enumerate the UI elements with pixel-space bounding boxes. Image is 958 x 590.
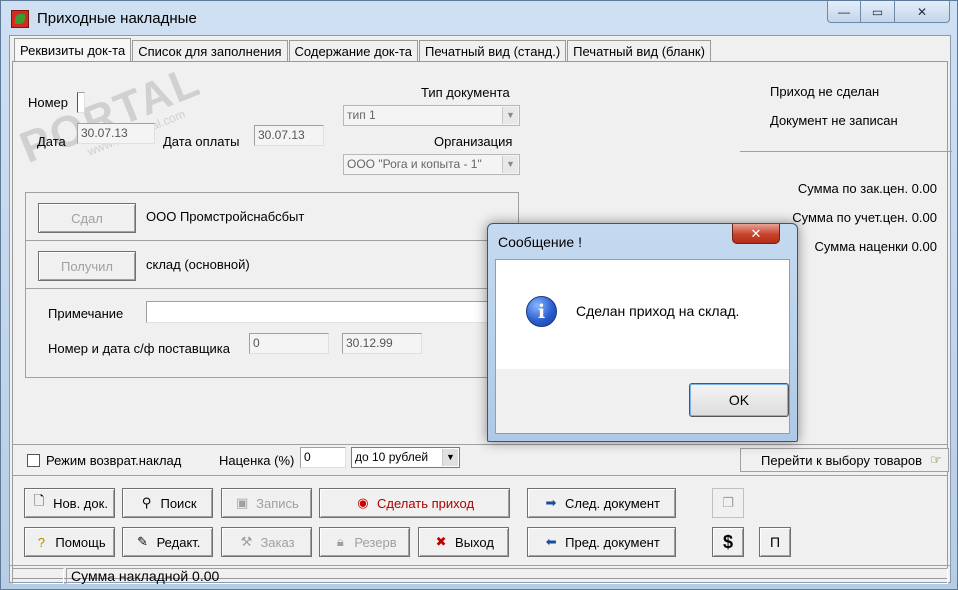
dialog-close-button[interactable]: ✕: [732, 224, 780, 244]
dialog-title: Сообщение !: [498, 234, 582, 250]
info-icon: i: [526, 296, 557, 327]
date-label: Дата: [37, 134, 66, 149]
title-bar: Приходные накладные — ▭ ✕: [1, 1, 957, 35]
dialog-body: i Сделан приход на склад. OK: [495, 259, 790, 434]
goto-goods-button[interactable]: Перейти к выбору товаров ☞: [740, 448, 949, 472]
main-window: Приходные накладные — ▭ ✕ Реквизиты док-…: [0, 0, 958, 590]
return-mode-label: Режим возврат.наклад: [46, 453, 182, 468]
doc-status: Документ не записан: [770, 113, 898, 128]
pointing-hand-icon: ☞: [930, 452, 942, 467]
org-label: Организация: [434, 134, 513, 149]
edit-document-icon: ✎: [137, 534, 149, 549]
org-select[interactable]: ООО "Рога и копыта - 1" ▼: [343, 154, 520, 175]
arrow-left-icon: ⬅: [545, 534, 557, 549]
tab-panel: PORTAL www.softportal.com Номер Дата 30.…: [12, 56, 952, 579]
pay-date-label: Дата оплаты: [163, 134, 240, 149]
received-value: склад (основной): [146, 257, 250, 272]
dropdown-arrow-icon: ▼: [502, 156, 518, 173]
close-icon: ✕: [916, 4, 928, 19]
markup-input[interactable]: 0: [300, 447, 346, 468]
supplier-invoice-label: Номер и дата с/ф поставщика: [48, 341, 230, 356]
order-icon: ⚒: [240, 534, 253, 549]
dialog-content: i Сделан приход на склад.: [496, 260, 789, 369]
return-mode-checkbox[interactable]: [27, 454, 40, 467]
client-area: Реквизиты док-та Список для заполнения С…: [9, 35, 952, 584]
binoculars-icon: ⚲: [141, 495, 152, 510]
sum-order-price: Сумма по зак.цен. 0.00: [797, 181, 937, 196]
supplier-invoice-number[interactable]: 0: [249, 333, 329, 354]
tab-content[interactable]: Содержание док-та: [288, 40, 418, 62]
exit-button[interactable]: ✖ Выход: [418, 527, 509, 557]
minimize-button[interactable]: —: [827, 1, 861, 23]
next-doc-button[interactable]: ➡ След. документ: [527, 488, 676, 518]
maximize-button[interactable]: ▭: [860, 1, 895, 23]
dropdown-arrow-icon: ▼: [502, 107, 518, 124]
receipt-status: Приход не сделан: [770, 84, 880, 99]
ok-button[interactable]: OK: [689, 383, 789, 417]
close-icon: ✕: [750, 225, 762, 241]
gave-value: ООО Промстройснабсбыт: [146, 209, 305, 224]
divider: [13, 444, 947, 445]
doc-type-label: Тип документа: [421, 85, 510, 100]
tab-print-standard[interactable]: Печатный вид (станд.): [419, 40, 567, 62]
sum-markup: Сумма наценки 0.00: [814, 239, 937, 254]
tab-print-blank[interactable]: Печатный вид (бланк): [567, 40, 711, 62]
close-button[interactable]: ✕: [894, 1, 950, 23]
dropdown-arrow-icon: ▼: [442, 449, 458, 466]
rounding-select[interactable]: до 10 рублей ▼: [351, 447, 460, 468]
app-icon: [11, 10, 29, 28]
divider: [13, 475, 947, 476]
dialog-message: Сделан приход на склад.: [576, 303, 740, 319]
markup-label: Наценка (%): [219, 453, 295, 468]
maximize-icon: ▭: [871, 4, 884, 19]
window-title: Приходные накладные: [37, 10, 197, 27]
received-button[interactable]: Получил: [38, 251, 136, 281]
copy-button[interactable]: ❐: [712, 488, 744, 518]
arrow-right-icon: ➡: [545, 495, 557, 510]
search-button[interactable]: ⚲ Поиск: [122, 488, 213, 518]
save-button[interactable]: ▣ Запись: [221, 488, 312, 518]
reserve-button[interactable]: 🔒︎ Резерв: [319, 527, 410, 557]
softportal-watermark: PORTAL www.softportal.com: [13, 56, 208, 173]
tab-requisites[interactable]: Реквизиты док-та: [14, 38, 132, 62]
status-invoice-sum: Сумма накладной 0.00: [66, 568, 948, 584]
divider: [25, 288, 519, 289]
help-button[interactable]: ? Помощь: [24, 527, 115, 557]
edit-button[interactable]: ✎ Редакт.: [122, 527, 213, 557]
copy-document-icon: ❐: [722, 495, 734, 510]
number-label: Номер: [28, 95, 69, 110]
lock-icon: 🔒︎: [336, 534, 344, 549]
target-icon: ◉: [357, 495, 369, 510]
floppy-disk-icon: ▣: [236, 495, 249, 510]
close-x-icon: ✖: [435, 534, 447, 549]
status-bar: Сумма накладной 0.00: [10, 565, 950, 584]
make-receipt-button[interactable]: ◉ Сделать приход: [319, 488, 510, 518]
pay-date-input[interactable]: 30.07.13: [254, 125, 324, 146]
date-input[interactable]: 30.07.13: [77, 123, 155, 144]
question-icon: ?: [37, 534, 45, 550]
message-dialog: Сообщение ! ✕ i Сделан приход на склад. …: [487, 223, 798, 442]
minimize-icon: —: [838, 4, 850, 19]
dollar-button[interactable]: $: [712, 527, 744, 557]
number-input[interactable]: [77, 92, 85, 113]
note-label: Примечание: [48, 306, 124, 321]
gave-button[interactable]: Сдал: [38, 203, 136, 233]
divider: [740, 151, 952, 152]
doc-type-select[interactable]: тип 1 ▼: [343, 105, 520, 126]
tab-strip: Реквизиты док-та Список для заполнения С…: [14, 38, 712, 62]
p-button[interactable]: П: [759, 527, 791, 557]
order-button[interactable]: ⚒ Заказ: [221, 527, 312, 557]
new-doc-button[interactable]: 🗋 Нов. док.: [24, 488, 115, 518]
divider: [25, 240, 519, 241]
prev-doc-button[interactable]: ⬅ Пред. документ: [527, 527, 676, 557]
tab-fill-list[interactable]: Список для заполнения: [132, 40, 288, 62]
status-cell-empty: [12, 568, 64, 584]
note-input[interactable]: [146, 301, 506, 323]
new-document-icon: 🗋: [33, 493, 45, 508]
supplier-invoice-date[interactable]: 30.12.99: [342, 333, 422, 354]
sum-account-price: Сумма по учет.цен. 0.00: [792, 210, 937, 225]
